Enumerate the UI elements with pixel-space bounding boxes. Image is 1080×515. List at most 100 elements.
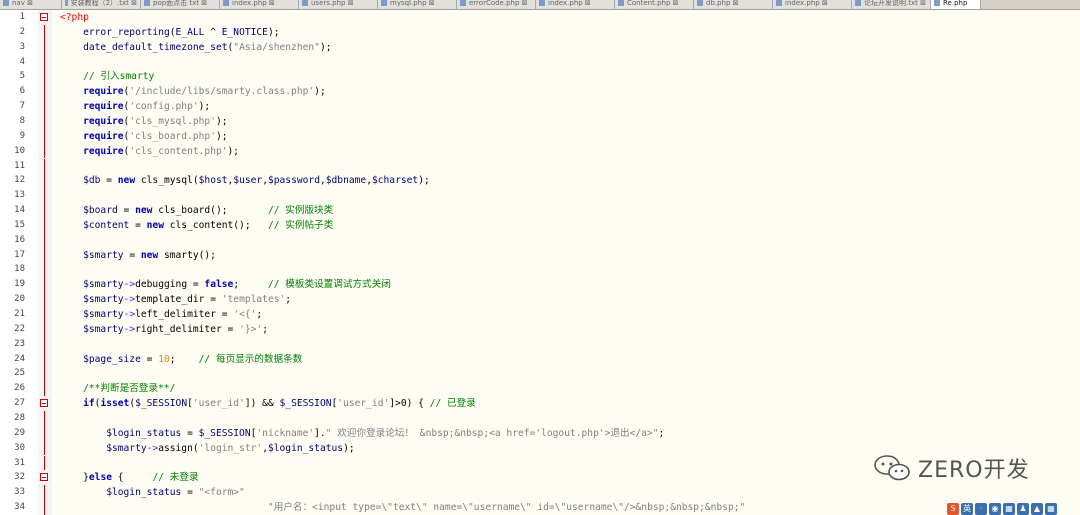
file-icon [618,0,624,6]
file-tab[interactable]: 安装教程（2）.txt ⊠ [62,0,141,9]
code-token: = [117,205,136,217]
file-tab-label: errorCode.php ⊠ [469,0,528,7]
code-token: ); [215,130,228,142]
file-tab[interactable]: db.php ⊠ [694,0,773,9]
tab-bar: nav ⊠ 安装教程（2）.txt ⊠ pop面点击 txt ⊠ index.php … [0,0,1080,10]
code-line[interactable]: 7 require('config.php'); [0,99,1080,114]
code-line[interactable]: 16 [0,232,1080,248]
fold-guide [44,173,45,189]
file-tab[interactable]: Re.php [931,0,981,9]
code-token: ); [319,41,332,53]
file-icon [144,0,150,6]
fold-guide [44,351,45,367]
file-tab[interactable]: errorCode.php ⊠ [457,0,536,9]
code-token: // 引入smarty [60,71,155,83]
code-text: $login_status = "<form>" [60,485,245,500]
file-tab[interactable]: 论坛开发说明.txt ⊠ [852,0,931,9]
file-tab-label: nav ⊠ [12,0,33,7]
watermark: ZERO开发 [872,452,1030,484]
code-line[interactable]: 13 [0,188,1080,204]
code-line[interactable]: 26 /**判断是否登录**/ [0,381,1080,397]
fold-guide [44,381,45,397]
fold-guide [44,143,45,159]
code-line[interactable]: 8 require('cls_mysql.php'); [0,113,1080,129]
fold-guide [44,232,45,248]
file-tab[interactable]: index.php ⊠ [536,0,615,9]
app-s-icon[interactable]: S [947,503,959,515]
code-line[interactable]: 22 $smarty->right_delimiter = '}>'; [0,321,1080,337]
code-line[interactable]: 34 "用户名：<input type=\"text\" name=\"user… [0,500,1080,515]
code-editor[interactable]: 1 <?php 2 error_reporting(E_ALL ^ E_NOTICE… [0,10,1080,515]
code-token: false [204,279,234,291]
code-token: $smarty [60,279,124,291]
code-token: $smarty [60,294,124,306]
code-line[interactable]: 28 [0,410,1080,426]
code-token: { [112,472,153,484]
code-line[interactable]: 21 $smarty->left_delimiter = '<{'; [0,307,1080,322]
file-tab[interactable]: pop面点击 txt ⊠ [141,0,220,9]
code-line[interactable]: 1 <?php [0,10,1080,25]
code-line[interactable]: 15 $content = new cls_content(); // 实例帖子… [0,217,1080,233]
code-line[interactable]: 20 $smarty->template_dir = 'templates'; [0,292,1080,307]
code-line[interactable]: 11 [0,158,1080,174]
file-tab[interactable]: Content.php ⊠ [615,0,694,9]
code-line[interactable]: 5 // 引入smarty [0,69,1080,85]
file-tab[interactable]: index.php ⊠ [220,0,299,9]
code-token: left_delimiter = [135,309,234,320]
user-icon[interactable]: ♟ [1017,503,1029,515]
line-number: 31 [14,457,25,468]
mic-icon[interactable]: ◉ [989,503,1001,515]
code-line[interactable]: 29 $login_status = $_SESSION['nickname']… [0,425,1080,441]
code-line[interactable]: 14 $board = new cls_board(); // 实例版块类 [0,203,1080,218]
fold-toggle-icon[interactable] [40,399,48,408]
fold-guide [44,366,45,382]
code-line[interactable]: 17 $smarty = new smarty(); [0,247,1080,263]
code-token: '/include/libs/smarty.class.php' [129,86,315,98]
line-number: 16 [14,234,25,245]
fold-guide [44,158,45,174]
code-line[interactable]: 25 [0,366,1080,382]
code-token: else [88,472,112,484]
ime-icon[interactable]: 英 [961,503,973,515]
file-tab[interactable]: index.php ⊠ [773,0,852,9]
code-line[interactable]: 18 [0,262,1080,278]
code-line[interactable]: 2 error_reporting(E_ALL ^ E_NOTICE); [0,24,1080,40]
moon-icon[interactable]: · [975,503,987,515]
code-token: $password [267,175,320,187]
file-tab[interactable]: nav ⊠ [0,0,62,9]
code-token: date_default_timezone_set [60,41,228,53]
line-number: 15 [14,219,25,230]
code-line[interactable]: 6 require('/include/libs/smarty.class.ph… [0,84,1080,100]
code-line[interactable]: 23 [0,336,1080,352]
file-tab[interactable]: mysql.php ⊠ [378,0,457,9]
code-line[interactable]: 4 [0,54,1080,70]
line-number: 23 [14,338,25,349]
file-tab[interactable]: users.php ⊠ [299,0,378,9]
code-token: 'login_str' [198,442,263,454]
code-line[interactable]: 9 require('cls_board.php'); [0,128,1080,144]
line-number: 29 [14,427,25,438]
keyboard-icon[interactable]: ▦ [1003,503,1015,515]
fold-toggle-icon[interactable] [40,13,48,21]
line-number: 14 [14,205,25,216]
code-line[interactable]: 19 $smarty->debugging = false; // 模板类设置调… [0,277,1080,293]
file-icon [539,0,545,6]
line-number: 12 [14,175,25,186]
fold-guide [44,336,45,352]
code-text: $board = new cls_board(); // 实例版块类 [60,203,333,218]
grid-icon[interactable]: ▦ [1045,503,1057,515]
code-token: right_delimiter = [135,323,240,335]
code-token: $smarty [60,249,124,261]
fold-toggle-icon[interactable] [40,473,48,482]
code-token: ^ [204,26,222,38]
code-line[interactable]: 12 $db = new cls_mysql($host,$user,$pass… [0,173,1080,189]
code-line[interactable]: 24 $page_size = 10; // 每页显示的数据条数 [0,351,1080,367]
code-line[interactable]: 27 if(isset($_SESSION['user_id']) && $_S… [0,396,1080,411]
code-line[interactable]: 3 date_default_timezone_set("Asia/shenzh… [0,39,1080,55]
code-line[interactable]: 33 $login_status = "<form>" [0,485,1080,501]
code-line[interactable]: 10 require('cls_content.php'); [0,143,1080,159]
code-token: $_SESSION [279,398,332,410]
code-token: 'cls_board.php' [129,130,216,142]
shirt-icon[interactable]: ▲ [1031,503,1043,515]
file-icon [302,0,308,6]
